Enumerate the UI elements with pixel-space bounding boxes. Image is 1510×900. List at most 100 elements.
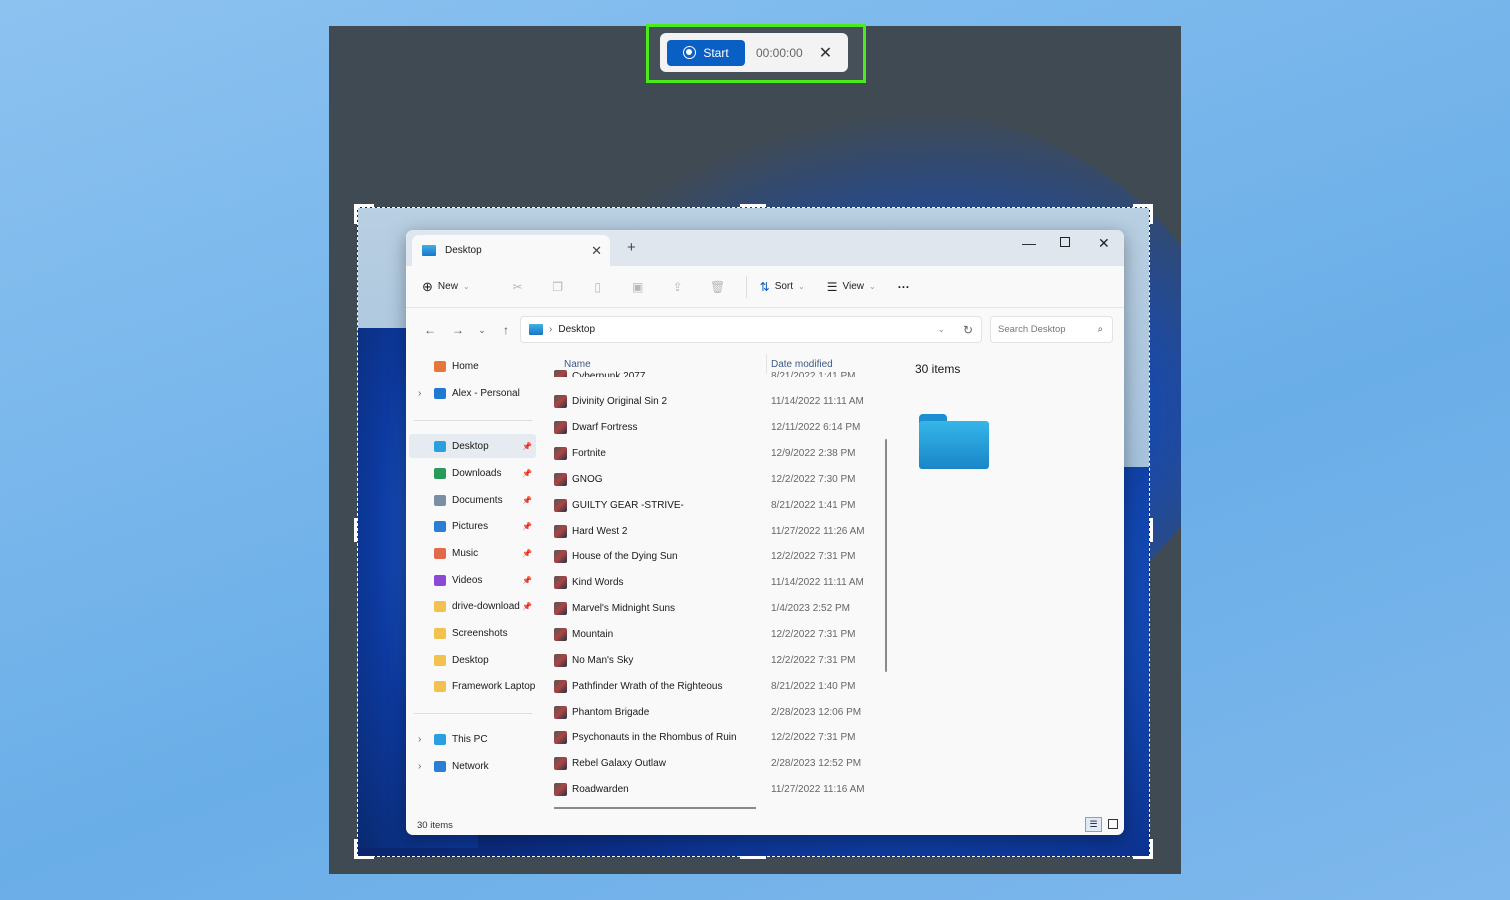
folder-icon <box>434 680 446 692</box>
search-input[interactable]: Search Desktop ⌕ <box>990 316 1113 343</box>
horizontal-scrollbar[interactable] <box>554 807 756 809</box>
sidebar-item-screenshots[interactable]: Screenshots <box>409 621 536 645</box>
pin-icon[interactable]: 📌 <box>522 496 532 505</box>
sidebar-item-label: Network <box>452 760 489 772</box>
expand-chevron-icon[interactable]: › <box>418 761 421 772</box>
close-tab-icon[interactable]: ✕ <box>591 243 602 259</box>
sidebar-item-drive-download[interactable]: drive-download 📌 <box>409 594 536 618</box>
view-button[interactable]: ☰ View ⌄ <box>827 280 876 294</box>
back-arrow-icon[interactable]: ← <box>416 323 444 337</box>
file-row[interactable]: Rebel Galaxy Outlaw 2/28/2023 12:52 PM <box>554 753 874 775</box>
resize-handle-tl[interactable] <box>354 204 374 207</box>
resize-handle-bl[interactable] <box>354 856 374 859</box>
sort-button[interactable]: ⇅ Sort ⌄ <box>760 280 805 294</box>
file-name: Pathfinder Wrath of the Righteous <box>572 680 723 692</box>
desktop-folder-icon <box>422 245 436 256</box>
file-date: 8/21/2022 1:41 PM <box>771 370 856 382</box>
shortcut-icon <box>554 576 567 590</box>
details-view-button[interactable]: ☰ <box>1085 817 1102 832</box>
resize-handle-left[interactable] <box>354 518 357 542</box>
sidebar-item-this-pc[interactable]: › This PC <box>409 727 536 751</box>
file-row[interactable]: Psychonauts in the Rhombus of Ruin 12/2/2… <box>554 727 874 749</box>
sidebar-item-desktop[interactable]: Desktop 📌 <box>409 434 536 458</box>
up-arrow-icon[interactable]: ↑ <box>492 323 520 337</box>
sidebar-item-label: Documents <box>452 494 503 506</box>
resize-handle-tl-v[interactable] <box>354 204 357 224</box>
expand-chevron-icon[interactable]: › <box>418 388 421 399</box>
tab-desktop[interactable]: Desktop ✕ <box>412 235 610 266</box>
shortcut-icon <box>554 653 567 667</box>
rename-icon[interactable]: ▣ <box>618 280 658 294</box>
file-row[interactable]: Marvel's Midnight Suns 1/4/2023 2:52 PM <box>554 598 874 620</box>
resize-handle-bottom[interactable] <box>740 856 766 859</box>
pin-icon[interactable]: 📌 <box>522 602 532 611</box>
file-row[interactable]: GNOG 12/2/2022 7:30 PM <box>554 468 874 490</box>
share-icon[interactable]: ⇪ <box>658 280 698 294</box>
recent-chevron-icon[interactable]: ⌄ <box>472 325 492 336</box>
location-icon <box>434 574 446 586</box>
vertical-scrollbar[interactable] <box>885 439 887 672</box>
file-row[interactable]: Mountain 12/2/2022 7:31 PM <box>554 624 874 646</box>
sidebar-item-network[interactable]: › Network <box>409 754 536 778</box>
pin-icon[interactable]: 📌 <box>522 549 532 558</box>
file-row[interactable]: No Man's Sky 12/2/2022 7:31 PM <box>554 649 874 671</box>
sidebar-item-alex-personal[interactable]: › Alex - Personal <box>409 381 536 405</box>
pin-icon[interactable]: 📌 <box>522 442 532 451</box>
expand-chevron-icon[interactable]: › <box>418 734 421 745</box>
resize-handle-tr-v[interactable] <box>1150 204 1153 224</box>
sidebar-item-music[interactable]: Music 📌 <box>409 541 536 565</box>
pin-icon[interactable]: 📌 <box>522 576 532 585</box>
forward-arrow-icon[interactable]: → <box>444 323 472 337</box>
resize-handle-right[interactable] <box>1150 518 1153 542</box>
close-icon[interactable]: ✕ <box>819 43 832 63</box>
sidebar-item-desktop[interactable]: Desktop <box>409 648 536 672</box>
resize-handle-br-v[interactable] <box>1150 839 1153 859</box>
minimize-button[interactable]: — <box>1022 235 1036 251</box>
pin-icon[interactable]: 📌 <box>522 522 532 531</box>
sidebar-item-videos[interactable]: Videos 📌 <box>409 568 536 592</box>
new-button[interactable]: ⊕ New ⌄ <box>422 279 470 295</box>
close-window-button[interactable]: ✕ <box>1098 235 1110 252</box>
more-options-button[interactable]: ··· <box>898 280 910 294</box>
file-name: Divinity Original Sin 2 <box>572 396 668 408</box>
file-row[interactable]: GUILTY GEAR -STRIVE- 8/21/2022 1:41 PM <box>554 494 874 516</box>
maximize-button[interactable] <box>1060 237 1070 247</box>
file-row[interactable]: Fortnite 12/9/2022 2:38 PM <box>554 443 874 465</box>
file-date: 2/28/2023 12:06 PM <box>771 706 862 718</box>
refresh-icon[interactable]: ↻ <box>963 323 973 337</box>
sidebar-item-downloads[interactable]: Downloads 📌 <box>409 461 536 485</box>
folder-icon <box>434 600 446 612</box>
file-row[interactable]: Kind Words 11/14/2022 11:11 AM <box>554 572 874 594</box>
address-bar[interactable]: › Desktop ⌄ ↻ <box>520 316 982 343</box>
breadcrumb-desktop[interactable]: Desktop <box>558 324 595 335</box>
sidebar-item-pictures[interactable]: Pictures 📌 <box>409 514 536 538</box>
cut-icon[interactable]: ✂ <box>498 280 538 294</box>
file-row[interactable]: Divinity Original Sin 2 11/14/2022 11:11 … <box>554 391 874 413</box>
sidebar-item-home[interactable]: Home <box>409 354 536 378</box>
shortcut-icon <box>554 524 567 538</box>
file-row[interactable]: Dwarf Fortress 12/11/2022 6:14 PM <box>554 417 874 439</box>
file-row[interactable]: Cyberpunk 2077 8/21/2022 1:41 PM <box>554 367 874 382</box>
delete-icon[interactable]: 🗑 <box>698 280 738 294</box>
breadcrumb-chevron-icon: › <box>549 324 553 335</box>
file-row[interactable]: Phantom Brigade 2/28/2023 12:06 PM <box>554 701 874 723</box>
tiles-view-button[interactable] <box>1108 819 1118 829</box>
new-tab-button[interactable]: + <box>627 239 636 256</box>
copy-icon[interactable]: ❐ <box>538 280 578 294</box>
file-row[interactable]: Pathfinder Wrath of the Righteous 8/21/20… <box>554 675 874 697</box>
file-row[interactable]: House of the Dying Sun 12/2/2022 7:31 PM <box>554 546 874 568</box>
pin-icon[interactable]: 📌 <box>522 469 532 478</box>
location-icon <box>434 360 446 372</box>
file-row[interactable]: Roadwarden 11/27/2022 11:16 AM <box>554 779 874 801</box>
sidebar-item-documents[interactable]: Documents 📌 <box>409 488 536 512</box>
resize-handle-bl-v[interactable] <box>354 839 357 859</box>
divider <box>414 420 532 421</box>
resize-handle-top[interactable] <box>740 204 766 207</box>
paste-icon[interactable]: ▯ <box>578 280 618 294</box>
tab-title: Desktop <box>445 245 482 256</box>
file-row[interactable]: Hard West 2 11/27/2022 11:26 AM <box>554 520 874 542</box>
shortcut-icon <box>554 757 567 771</box>
sidebar-item-framework-laptop[interactable]: Framework Laptop <box>409 674 536 698</box>
address-dropdown-icon[interactable]: ⌄ <box>937 324 945 335</box>
start-recording-button[interactable]: Start <box>667 39 745 66</box>
